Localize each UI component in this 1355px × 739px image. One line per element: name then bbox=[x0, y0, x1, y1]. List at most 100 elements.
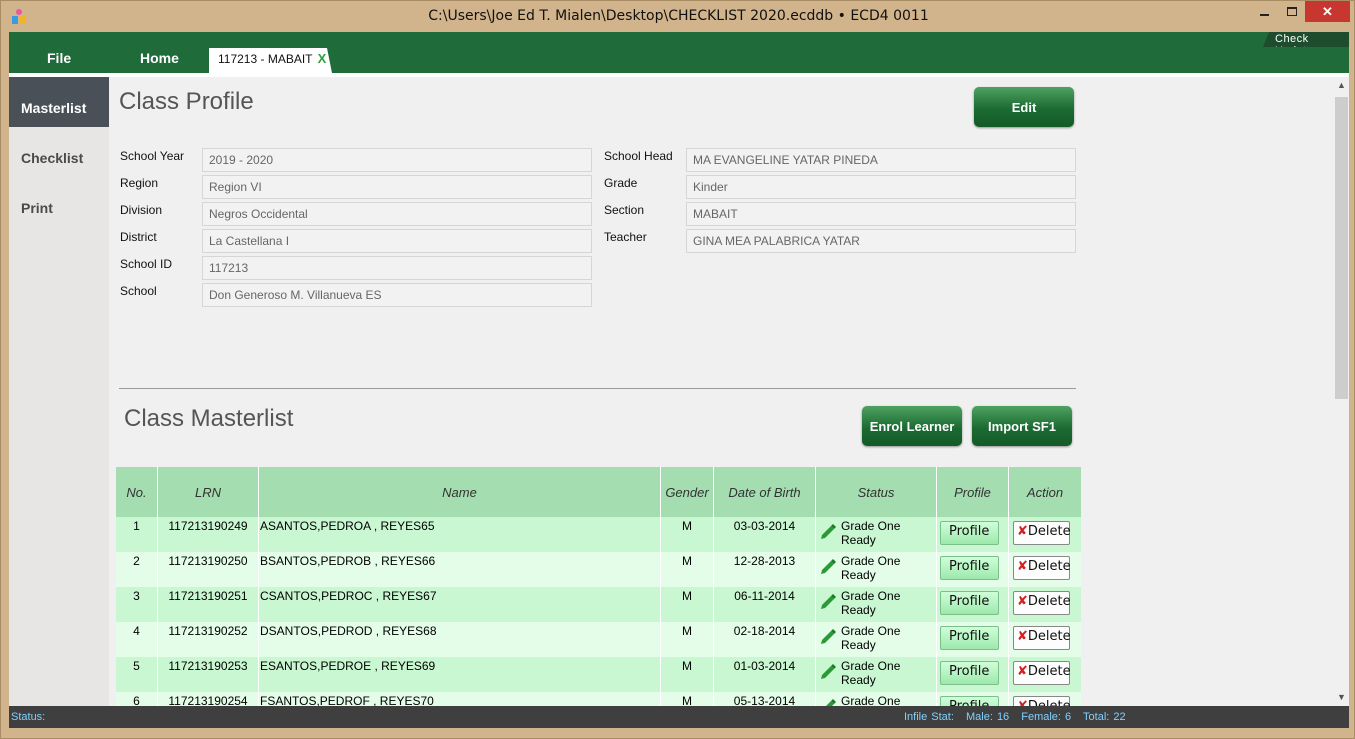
row-lrn: 117213190254 bbox=[158, 692, 259, 706]
school-id-field[interactable]: 117213 bbox=[202, 256, 592, 280]
table-row[interactable]: 3 117213190251 CSANTOS,PEDROC , REYES67 M 06… bbox=[116, 587, 1081, 622]
delete-button[interactable]: ✘Delete bbox=[1013, 521, 1071, 545]
row-status: Grade One Ready bbox=[816, 657, 937, 692]
infile-stat-label: Infile Stat: bbox=[904, 711, 954, 723]
vertical-scrollbar[interactable]: ▲ ▼ bbox=[1334, 77, 1349, 706]
row-profile-cell: Profile bbox=[937, 517, 1009, 552]
district-field[interactable]: La Castellana I bbox=[202, 229, 592, 253]
division-label: Division bbox=[120, 203, 163, 217]
edit-button[interactable]: Edit bbox=[974, 87, 1074, 127]
maximize-button[interactable] bbox=[1278, 1, 1305, 22]
delete-button[interactable]: ✘Delete bbox=[1013, 626, 1071, 650]
row-status: Grade One Ready bbox=[816, 517, 937, 552]
delete-button-label: Delete bbox=[1027, 524, 1071, 539]
school-year-field[interactable]: 2019 - 2020 bbox=[202, 148, 592, 172]
tab-document-label: 117213 - MABAIT bbox=[218, 52, 313, 66]
profile-button[interactable]: Profile bbox=[940, 521, 999, 545]
row-status-text: Grade One Ready bbox=[841, 519, 901, 547]
sidebar-item-print[interactable]: Print bbox=[9, 177, 109, 227]
enrol-learner-button[interactable]: Enrol Learner bbox=[862, 406, 962, 446]
close-button[interactable]: ✕ bbox=[1305, 1, 1350, 22]
row-no: 2 bbox=[116, 552, 158, 587]
profile-button[interactable]: Profile bbox=[940, 591, 999, 615]
delete-button-label: Delete bbox=[1027, 594, 1071, 609]
tab-close-icon[interactable]: X bbox=[318, 51, 327, 66]
table-header: No. LRN Name Gender Date of Birth Status… bbox=[116, 467, 1081, 517]
sidebar-item-masterlist[interactable]: Masterlist bbox=[9, 77, 109, 127]
school-head-field[interactable]: MA EVANGELINE YATAR PINEDA bbox=[686, 148, 1076, 172]
scroll-thumb[interactable] bbox=[1335, 97, 1348, 399]
minimize-button[interactable] bbox=[1251, 1, 1278, 22]
section-divider bbox=[119, 388, 1076, 389]
pencil-icon[interactable] bbox=[819, 662, 837, 680]
division-field[interactable]: Negros Occidental bbox=[202, 202, 592, 226]
row-gender: M bbox=[661, 692, 714, 706]
pencil-icon[interactable] bbox=[819, 522, 837, 540]
class-masterlist-title: Class Masterlist bbox=[124, 405, 294, 432]
delete-button[interactable]: ✘Delete bbox=[1013, 661, 1071, 685]
scroll-down-icon[interactable]: ▼ bbox=[1337, 692, 1346, 702]
column-header-name[interactable]: Name bbox=[259, 467, 661, 517]
row-name: CSANTOS,PEDROC , REYES67 bbox=[259, 587, 661, 622]
scroll-up-icon[interactable]: ▲ bbox=[1337, 80, 1346, 90]
tab-document[interactable]: 117213 - MABAIT X bbox=[209, 48, 332, 73]
column-header-status[interactable]: Status bbox=[816, 467, 937, 517]
tab-home[interactable]: Home bbox=[140, 50, 179, 66]
status-label: Status: bbox=[11, 711, 46, 723]
section-label: Section bbox=[604, 203, 645, 217]
table-row[interactable]: 6 117213190254 FSANTOS,PEDROF , REYES70 M 05… bbox=[116, 692, 1081, 706]
pencil-icon[interactable] bbox=[819, 592, 837, 610]
delete-button-label: Delete bbox=[1027, 664, 1071, 679]
profile-button[interactable]: Profile bbox=[940, 661, 999, 685]
school-field[interactable]: Don Generoso M. Villanueva ES bbox=[202, 283, 592, 307]
delete-button[interactable]: ✘Delete bbox=[1013, 696, 1071, 706]
column-header-no[interactable]: No. bbox=[116, 467, 158, 517]
tab-file[interactable]: File bbox=[47, 50, 71, 66]
import-sf1-button[interactable]: Import SF1 bbox=[972, 406, 1072, 446]
table-row[interactable]: 5 117213190253 ESANTOS,PEDROE , REYES69 M 01… bbox=[116, 657, 1081, 692]
delete-button[interactable]: ✘Delete bbox=[1013, 556, 1071, 580]
row-dob: 12-28-2013 bbox=[714, 552, 816, 587]
check-update-button[interactable]: Check Update bbox=[1263, 32, 1349, 47]
window-title: C:\Users\Joe Ed T. Mialen\Desktop\CHECKL… bbox=[428, 8, 929, 24]
profile-button[interactable]: Profile bbox=[940, 556, 999, 580]
column-header-action[interactable]: Action bbox=[1009, 467, 1081, 517]
pencil-icon[interactable] bbox=[819, 697, 837, 706]
row-action-cell: ✘Delete bbox=[1009, 517, 1081, 552]
row-dob: 06-11-2014 bbox=[714, 587, 816, 622]
column-header-profile[interactable]: Profile bbox=[937, 467, 1009, 517]
pencil-icon[interactable] bbox=[819, 627, 837, 645]
grade-field[interactable]: Kinder bbox=[686, 175, 1076, 199]
row-action-cell: ✘Delete bbox=[1009, 622, 1081, 657]
delete-button-label: Delete bbox=[1028, 699, 1071, 706]
section-field[interactable]: MABAIT bbox=[686, 202, 1076, 226]
column-header-gender[interactable]: Gender bbox=[661, 467, 714, 517]
row-status-text: Grade One Ready bbox=[841, 659, 901, 687]
region-label: Region bbox=[120, 176, 159, 190]
row-lrn: 117213190252 bbox=[158, 622, 259, 657]
column-header-dob[interactable]: Date of Birth bbox=[714, 467, 816, 517]
table-row[interactable]: 4 117213190252 DSANTOS,PEDROD , REYES68 M 02… bbox=[116, 622, 1081, 657]
row-no: 5 bbox=[116, 657, 158, 692]
row-profile-cell: Profile bbox=[937, 622, 1009, 657]
delete-x-icon: ✘ bbox=[1017, 524, 1028, 539]
table-row[interactable]: 1 117213190249 ASANTOS,PEDROA , REYES65 M 03… bbox=[116, 517, 1081, 552]
row-status-text: Grade One Ready bbox=[841, 589, 901, 617]
delete-button[interactable]: ✘Delete bbox=[1013, 591, 1071, 615]
row-status-text: Grade One Ready bbox=[841, 694, 901, 706]
region-field[interactable]: Region VI bbox=[202, 175, 592, 199]
profile-button[interactable]: Profile bbox=[940, 626, 999, 650]
row-profile-cell: Profile bbox=[937, 657, 1009, 692]
row-dob: 03-03-2014 bbox=[714, 517, 816, 552]
teacher-field[interactable]: GINA MEA PALABRICA YATAR bbox=[686, 229, 1076, 253]
profile-button[interactable]: Profile bbox=[940, 696, 999, 706]
table-row[interactable]: 2 117213190250 BSANTOS,PEDROB , REYES66 M 12… bbox=[116, 552, 1081, 587]
delete-x-icon: ✘ bbox=[1017, 699, 1028, 706]
total-count: Total: 22 bbox=[1083, 711, 1126, 723]
sidebar-item-checklist[interactable]: Checklist bbox=[9, 127, 109, 177]
pencil-icon[interactable] bbox=[819, 557, 837, 575]
delete-button-label: Delete bbox=[1027, 629, 1071, 644]
column-header-lrn[interactable]: LRN bbox=[158, 467, 259, 517]
infile-stats: Infile Stat: Male: 16 Female: 6 Total: 2… bbox=[904, 711, 1134, 723]
row-action-cell: ✘Delete bbox=[1009, 657, 1081, 692]
